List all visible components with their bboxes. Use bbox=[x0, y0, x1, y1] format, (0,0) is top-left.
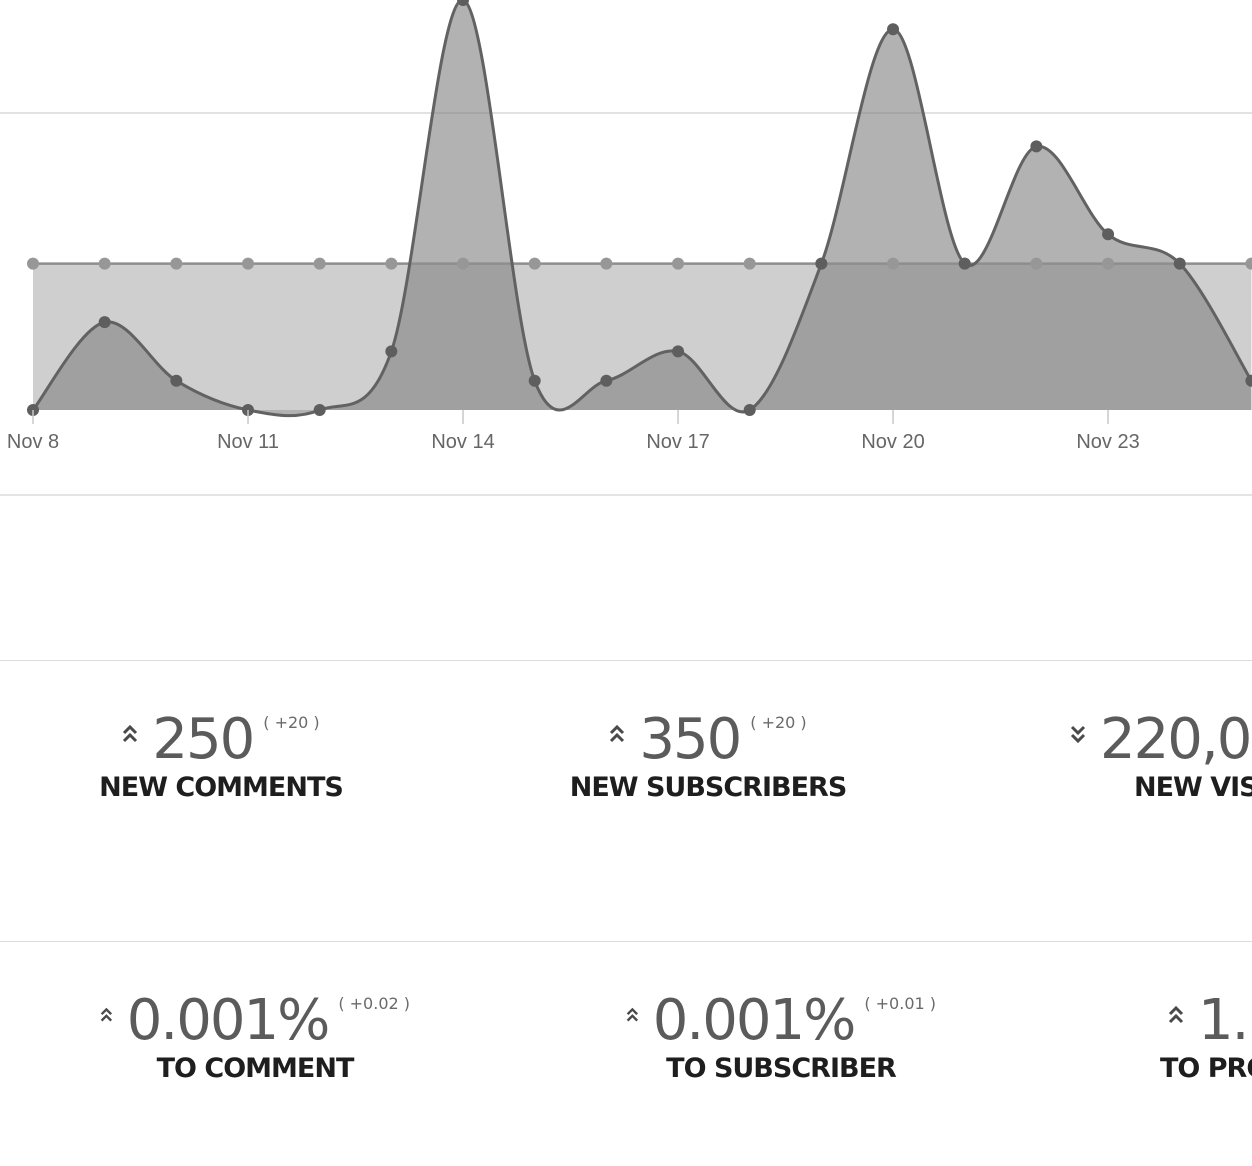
divider-middle bbox=[0, 941, 1252, 942]
x-tick-label: Nov 11 bbox=[217, 431, 279, 453]
double-chevron-up-icon bbox=[1168, 1005, 1184, 1024]
stat-to-subscriber: 0.001% ( +0.01 ) TO SUBSCRIBER bbox=[626, 993, 936, 1084]
double-chevron-up-icon bbox=[100, 1007, 113, 1022]
data-point[interactable] bbox=[743, 257, 756, 270]
x-tick-label: Nov 17 bbox=[646, 431, 709, 453]
data-point[interactable] bbox=[1030, 257, 1043, 270]
double-chevron-up-icon bbox=[610, 724, 625, 743]
area-chart: Nov 8 Nov 11 Nov 14 Nov 17 Nov 20 Nov 23 bbox=[0, 0, 1252, 496]
data-point[interactable] bbox=[313, 404, 326, 416]
x-tick-label: Nov 20 bbox=[861, 431, 924, 453]
stat-new-visitors: 220,0 NEW VIS bbox=[1070, 712, 1252, 803]
data-point[interactable] bbox=[672, 345, 685, 358]
stat-label: TO COMMENT bbox=[156, 1053, 355, 1084]
data-point[interactable] bbox=[1102, 257, 1115, 270]
data-point[interactable] bbox=[672, 257, 685, 270]
stat-label: TO SUBSCRIBER bbox=[666, 1053, 897, 1084]
data-point[interactable] bbox=[170, 257, 183, 270]
stat-value: 220,0 bbox=[1100, 707, 1252, 772]
data-point[interactable] bbox=[170, 374, 183, 387]
stat-label: NEW COMMENTS bbox=[99, 772, 344, 803]
data-point[interactable] bbox=[815, 257, 828, 270]
x-tick-label: Nov 14 bbox=[431, 431, 494, 453]
data-point[interactable] bbox=[313, 257, 326, 270]
stat-new-subscribers: 350 ( +20 ) NEW SUBSCRIBERS bbox=[568, 707, 848, 804]
data-point[interactable] bbox=[528, 374, 541, 387]
stat-label: NEW SUBSCRIBERS bbox=[569, 772, 848, 803]
x-tick-label: Nov 8 bbox=[7, 431, 59, 453]
data-point[interactable] bbox=[1102, 228, 1115, 241]
stat-value: 1. bbox=[1198, 988, 1249, 1053]
stat-to-comment: 0.001% ( +0.02 ) TO COMMENT bbox=[100, 993, 410, 1084]
x-tick-label: Nov 23 bbox=[1076, 431, 1139, 453]
data-point[interactable] bbox=[600, 374, 613, 387]
data-point[interactable] bbox=[98, 257, 111, 270]
stat-label: TO PRO bbox=[1160, 1053, 1252, 1084]
stat-value: 350 bbox=[639, 707, 742, 772]
divider-top bbox=[0, 660, 1252, 661]
data-point[interactable] bbox=[958, 257, 971, 270]
data-point[interactable] bbox=[887, 23, 900, 36]
stat-to-pro: 1. TO PRO bbox=[1160, 988, 1252, 1085]
stat-value: 0.001% bbox=[652, 988, 857, 1053]
data-point[interactable] bbox=[385, 345, 398, 358]
stat-delta: ( +20 ) bbox=[263, 713, 320, 732]
data-point[interactable] bbox=[1173, 257, 1186, 270]
stat-value: 0.001% bbox=[126, 988, 331, 1053]
stat-delta: ( +0.01 ) bbox=[864, 994, 936, 1013]
stat-value: 250 bbox=[152, 707, 255, 772]
data-point[interactable] bbox=[242, 257, 255, 270]
data-point[interactable] bbox=[528, 257, 541, 270]
stat-label: NEW VIS bbox=[1134, 772, 1252, 803]
stat-delta: ( +20 ) bbox=[750, 713, 807, 732]
stat-delta: ( +0.02 ) bbox=[338, 994, 410, 1013]
data-point[interactable] bbox=[600, 257, 613, 270]
data-point[interactable] bbox=[457, 257, 470, 270]
data-point[interactable] bbox=[743, 404, 756, 416]
data-point[interactable] bbox=[887, 257, 900, 270]
double-chevron-up-icon bbox=[626, 1007, 639, 1022]
stat-new-comments: 250 ( +20 ) NEW COMMENTS bbox=[96, 707, 346, 804]
double-chevron-down-icon bbox=[1070, 725, 1086, 744]
data-point[interactable] bbox=[27, 257, 39, 270]
data-point[interactable] bbox=[98, 316, 111, 329]
data-point[interactable] bbox=[385, 257, 398, 270]
double-chevron-up-icon bbox=[123, 724, 138, 743]
data-point[interactable] bbox=[1030, 140, 1043, 153]
